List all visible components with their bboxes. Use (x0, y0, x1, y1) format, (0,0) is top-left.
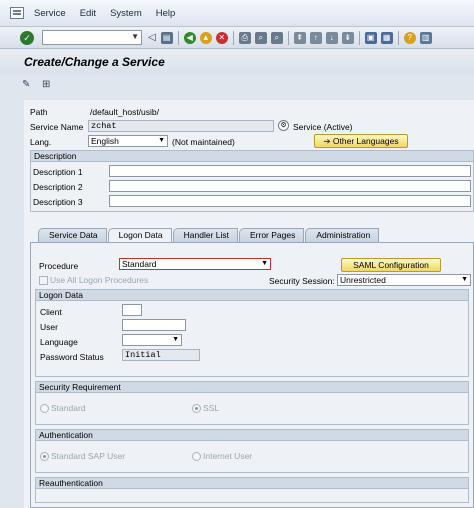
description-2-label: Description 2 (33, 182, 83, 192)
next-page-icon[interactable]: ↓ (325, 31, 338, 44)
authentication-group: Standard SAP User Internet User (35, 441, 469, 473)
procedure-select[interactable]: Standard ▼ (119, 258, 271, 270)
menu-service[interactable]: Service (34, 8, 66, 19)
standard-toolbar: ✓ ▼ ◁ ▤ ◀ ▲ ✕ ⎙ ⌕ ⌕ ⇞ ↑ ↓ ⇟ ▣ ▦ ? ▥ (0, 27, 474, 49)
service-status: Service (Active) (293, 122, 353, 132)
save-icon[interactable]: ▤ (160, 31, 173, 44)
back-icon[interactable]: ◀ (183, 31, 196, 44)
description-1-label: Description 1 (33, 167, 83, 177)
cancel-icon[interactable]: ✕ (215, 31, 228, 44)
security-session-label: Security Session: (269, 276, 335, 286)
procedure-label: Procedure (39, 261, 79, 271)
security-requirement-group: Standard SSL (35, 393, 469, 425)
tab-error-pages[interactable]: Error Pages (238, 228, 305, 242)
shortcut-icon[interactable]: ▦ (380, 31, 393, 44)
saml-configuration-button[interactable]: SAML Configuration (341, 258, 441, 272)
password-status-label: Password Status (40, 352, 104, 362)
language-label: Language (40, 337, 78, 347)
radio-internet-user[interactable]: Internet User (192, 451, 252, 461)
menu-edit[interactable]: Edit (80, 8, 96, 19)
use-all-checkbox[interactable] (39, 276, 48, 285)
page-title: Create/Change a Service (24, 54, 165, 69)
tabstrip: Service Data Logon Data Handler List Err… (38, 228, 380, 243)
lang-label: Lang. (30, 137, 52, 147)
security-requirement-header: Security Requirement (35, 381, 469, 393)
radio-standard[interactable]: Standard (40, 403, 86, 413)
description-header: Description (30, 150, 474, 162)
title-bar: Create/Change a Service (0, 49, 474, 74)
authentication-header: Authentication (35, 429, 469, 441)
menu-help[interactable]: Help (156, 8, 176, 19)
radio-standard-sap-user[interactable]: Standard SAP User (40, 451, 125, 461)
service-name-label: Service Name (30, 122, 84, 132)
toolbar-separator (358, 30, 360, 45)
main-panel: Path /default_host/usib/ Service Name zc… (24, 100, 474, 508)
toolbar-separator (232, 30, 234, 45)
security-session-select[interactable]: Unrestricted ▼ (337, 274, 471, 286)
user-field[interactable] (122, 319, 186, 331)
service-name-field[interactable]: zchat (88, 120, 274, 132)
lang-select[interactable]: English ▼ (88, 135, 168, 147)
tab-administration[interactable]: Administration (305, 228, 380, 242)
password-status-field: Initial (122, 349, 200, 361)
reauthentication-group (35, 489, 469, 503)
description-3-label: Description 3 (33, 197, 83, 207)
tab-handler-list[interactable]: Handler List (172, 228, 238, 242)
description-group: Description 1 Description 2 Description … (30, 162, 474, 212)
client-label: Client (40, 307, 62, 317)
menu-system[interactable]: System (110, 8, 142, 19)
logon-data-header: Logon Data (35, 289, 469, 301)
client-field[interactable] (122, 304, 142, 316)
find-next-icon[interactable]: ⌕ (270, 31, 283, 44)
display-change-icon[interactable]: ✎ (22, 79, 36, 91)
previous-page-icon[interactable]: ↑ (309, 31, 322, 44)
other-languages-button[interactable]: ➔ Other Languages (314, 134, 408, 148)
toolbar-separator (397, 30, 399, 45)
help-icon[interactable]: ? (403, 31, 416, 44)
logon-data-panel: Procedure Standard ▼ SAML Configuration U… (30, 242, 474, 508)
description-3-field[interactable] (109, 195, 471, 207)
find-icon[interactable]: ⌕ (254, 31, 267, 44)
hierarchy-icon[interactable]: ⊞ (42, 79, 56, 91)
application-toolbar: ✎ ⊞ (0, 74, 474, 96)
lang-note: (Not maintained) (172, 137, 235, 147)
radio-ssl[interactable]: SSL (192, 403, 219, 413)
description-2-field[interactable] (109, 180, 471, 192)
enter-check-icon[interactable]: ✓ (20, 30, 34, 45)
description-1-field[interactable] (109, 165, 471, 177)
user-label: User (40, 322, 58, 332)
tab-service-data[interactable]: Service Data (38, 228, 107, 242)
use-all-logon-procedures[interactable]: Use All Logon Procedures (39, 275, 148, 285)
window-menu-icon[interactable] (10, 7, 24, 19)
collapse-icon[interactable]: ◁ (148, 32, 156, 43)
tab-logon-data[interactable]: Logon Data (107, 228, 172, 243)
language-select[interactable]: ▼ (122, 334, 182, 346)
command-field[interactable]: ▼ (42, 30, 142, 45)
logon-data-group: Client User Language ▼ Password Status I… (35, 301, 469, 377)
reauthentication-header: Reauthentication (35, 477, 469, 489)
first-page-icon[interactable]: ⇞ (293, 31, 306, 44)
layout-menu-icon[interactable]: ▥ (419, 31, 432, 44)
path-label: Path (30, 107, 48, 117)
path-value: /default_host/usib/ (90, 107, 159, 117)
toolbar-separator (177, 30, 179, 45)
last-page-icon[interactable]: ⇟ (341, 31, 354, 44)
service-status-icon: ⚙ (278, 120, 289, 131)
print-icon[interactable]: ⎙ (238, 31, 251, 44)
toolbar-separator (287, 30, 289, 45)
new-session-icon[interactable]: ▣ (364, 31, 377, 44)
exit-icon[interactable]: ▲ (199, 31, 212, 44)
menu-bar: Service Edit System Help (0, 0, 474, 27)
